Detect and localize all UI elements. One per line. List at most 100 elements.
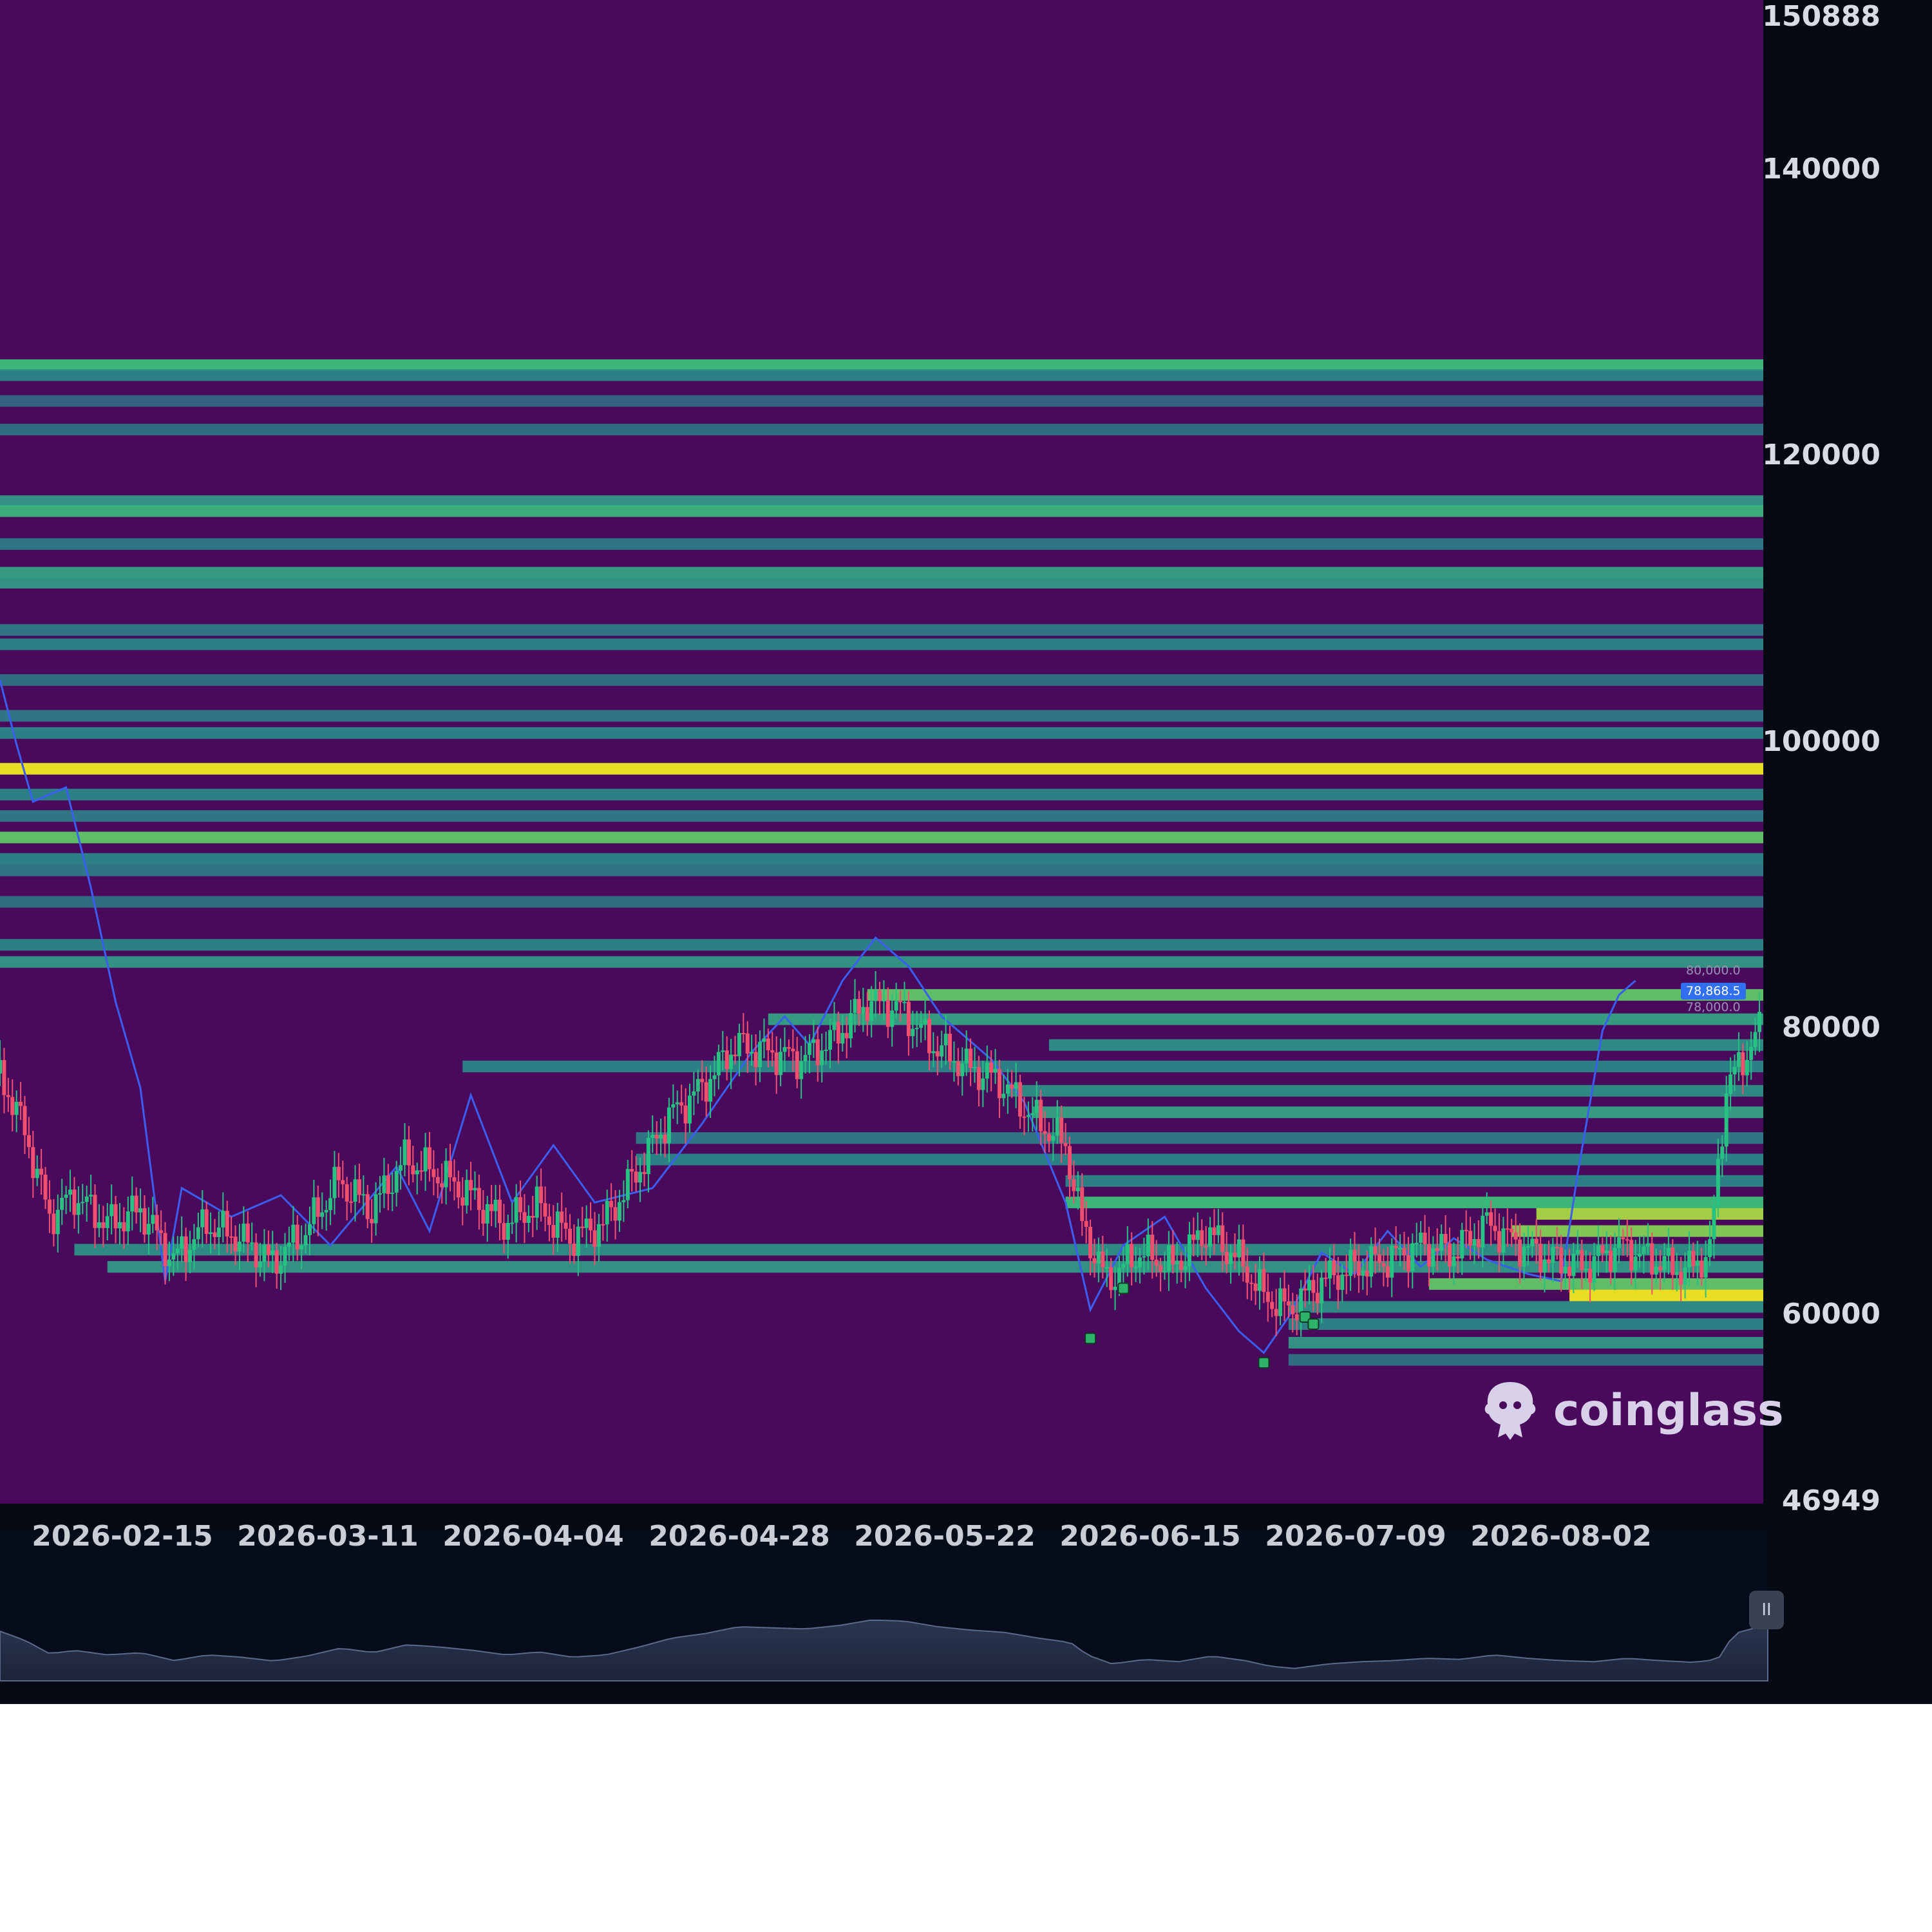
candle-body	[1551, 1247, 1555, 1264]
candle-body	[1439, 1233, 1444, 1251]
candle-body	[923, 1019, 927, 1024]
heat-band	[107, 1261, 1764, 1273]
candle-body	[976, 1066, 981, 1090]
candle-body	[1559, 1247, 1564, 1274]
candle-body	[580, 1226, 585, 1228]
candle-body	[39, 1168, 44, 1175]
candle-body	[1014, 1082, 1018, 1089]
candle-body	[898, 1001, 903, 1003]
x-tick-label: 2026-07-09	[1265, 1520, 1446, 1553]
candle-body	[568, 1228, 573, 1244]
candle-body	[1018, 1082, 1023, 1117]
candle-body	[869, 1001, 874, 1021]
heat-band	[0, 495, 1763, 507]
heat-band	[0, 727, 1763, 739]
liquidation-heatmap-chart[interactable]: 150888 140000 120000 100000 80000 60000 …	[0, 0, 1932, 1704]
candle-body	[1385, 1266, 1390, 1278]
candle-body	[779, 1052, 783, 1075]
candle-body	[1546, 1259, 1551, 1264]
candle-body	[1133, 1267, 1138, 1269]
candle-body	[1708, 1239, 1712, 1257]
candle-body	[357, 1179, 361, 1195]
heat-band	[0, 710, 1763, 722]
candle-body	[221, 1211, 225, 1228]
candle-body	[1460, 1229, 1464, 1259]
heat-band	[1569, 1289, 1763, 1302]
candle-body	[1518, 1239, 1522, 1267]
candle-body	[543, 1203, 547, 1217]
heat-band	[0, 864, 1763, 876]
candle-body	[1728, 1074, 1733, 1094]
candle-body	[621, 1200, 626, 1202]
candle-body	[878, 990, 882, 1001]
candle-body	[539, 1186, 544, 1204]
candle-body	[299, 1245, 304, 1250]
candle-body	[659, 1134, 663, 1139]
candle-body	[188, 1249, 193, 1262]
candle-body	[1534, 1238, 1539, 1244]
candle-body	[477, 1188, 481, 1210]
candle-body	[1616, 1237, 1621, 1248]
candle-body	[646, 1137, 650, 1175]
candle-body	[456, 1181, 460, 1198]
candle-body	[1208, 1227, 1213, 1247]
watermark: coinglass	[1481, 1378, 1784, 1443]
candle-body	[320, 1212, 325, 1217]
candle-body	[1336, 1275, 1340, 1290]
current-price-tag: 78,868.5	[1681, 983, 1746, 999]
candle-body	[386, 1175, 390, 1194]
candle-body	[287, 1242, 291, 1247]
candle-body	[419, 1170, 424, 1172]
candle-body	[1125, 1244, 1130, 1265]
candle-body	[663, 1134, 667, 1144]
candle-body	[894, 1001, 898, 1011]
candle-body	[250, 1242, 254, 1244]
candle-body	[1080, 1187, 1084, 1221]
y-tick-label: 100000	[1762, 725, 1880, 758]
candle-body	[167, 1259, 171, 1267]
candle-body	[279, 1265, 283, 1274]
candle-body	[1687, 1251, 1691, 1267]
candle-body	[493, 1199, 498, 1211]
candle-body	[1584, 1269, 1588, 1271]
candle-body	[431, 1169, 436, 1177]
candle-body	[1539, 1244, 1543, 1273]
candle-body	[1745, 1059, 1749, 1075]
coinglass-logo-icon	[1484, 1382, 1536, 1440]
candle-body	[683, 1105, 688, 1124]
candle-body	[634, 1171, 638, 1183]
candle-body	[1159, 1265, 1163, 1272]
candle-body	[361, 1194, 366, 1196]
heat-band	[0, 810, 1763, 822]
candle-body	[1270, 1302, 1274, 1309]
candle-body	[14, 1101, 19, 1115]
candle-body	[766, 1038, 770, 1050]
candle-body	[985, 1063, 989, 1079]
candle-body	[1104, 1267, 1109, 1269]
pause-handle-icon[interactable]: II	[1749, 1591, 1784, 1629]
candle-body	[89, 1195, 93, 1197]
candle-body	[601, 1224, 605, 1226]
candle-body	[1315, 1293, 1320, 1303]
chart-canvas[interactable]	[0, 0, 1932, 1704]
candle-body	[399, 1165, 403, 1171]
candle-body	[989, 1063, 994, 1073]
candle-body	[667, 1107, 671, 1144]
candle-body	[47, 1199, 52, 1214]
candle-body	[745, 1033, 750, 1054]
candle-body	[122, 1222, 126, 1232]
candle-body	[997, 1068, 1001, 1099]
candle-body	[820, 1050, 824, 1066]
candle-body	[2, 1060, 6, 1095]
candle-body	[204, 1209, 209, 1235]
candle-body	[233, 1236, 238, 1252]
candle-body	[175, 1248, 180, 1254]
candle-body	[721, 1050, 725, 1052]
candle-body	[1026, 1115, 1030, 1117]
candle-body	[254, 1242, 258, 1267]
heat-band	[0, 853, 1763, 865]
candle-body	[791, 1048, 795, 1052]
heat-band	[0, 567, 1763, 579]
candle-body	[914, 1027, 919, 1029]
heat-band	[0, 674, 1763, 686]
